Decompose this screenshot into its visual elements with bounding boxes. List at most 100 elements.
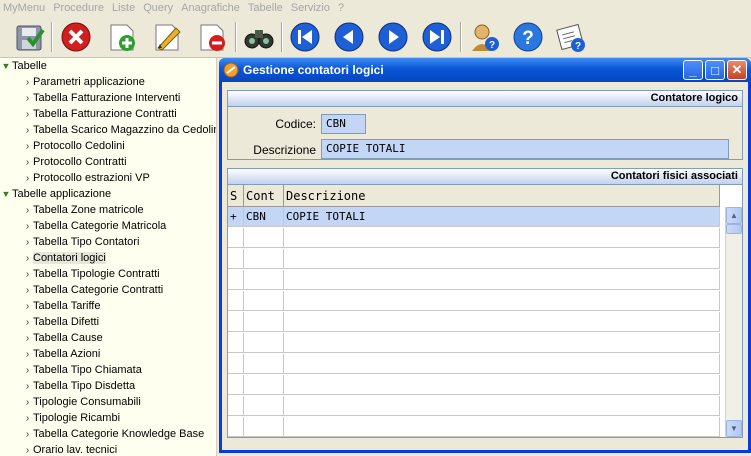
table-row[interactable] [228,375,720,395]
menu-[interactable]: ? [335,0,349,16]
table-row[interactable] [228,396,720,416]
table-row[interactable] [228,249,720,269]
tree-item[interactable]: › Tabella Fatturazione Contratti [22,106,177,122]
table-row[interactable] [228,228,720,248]
table-cell[interactable] [244,312,284,332]
table-cell[interactable] [284,333,720,353]
descrizione-field[interactable]: COPIE TOTALI [321,139,729,159]
table-cell[interactable] [284,354,720,374]
scroll-thumb[interactable] [726,224,742,234]
table-cell[interactable] [284,312,720,332]
table-cell[interactable] [228,270,244,290]
delete-icon[interactable] [58,19,94,55]
table-row[interactable] [228,291,720,311]
menu-procedure[interactable]: Procedure [50,0,109,16]
table-cell[interactable]: + [228,207,244,227]
tree-item[interactable]: › Tabella Categorie Knowledge Base [22,426,204,442]
expanded-arrow-icon[interactable]: ▼ [0,58,12,74]
expanded-arrow-icon[interactable]: ▼ [0,186,12,202]
table-cell[interactable] [284,396,720,416]
tree-item[interactable]: › Tipologie Ricambi [22,410,120,426]
table-cell[interactable] [244,333,284,353]
tree-item[interactable]: › Tabella Categorie Contratti [22,282,163,298]
help-icon[interactable]: ? [510,19,546,55]
tree-item[interactable]: › Tabella Azioni [22,346,100,362]
user-help-icon[interactable]: ? [467,19,503,55]
menu-tabelle[interactable]: Tabelle [245,0,288,16]
tree-item[interactable]: › Protocollo Cedolini [22,138,125,154]
menu-servizio[interactable]: Servizio [288,0,335,16]
menu-liste[interactable]: Liste [109,0,140,16]
prev-icon[interactable] [331,19,367,55]
table-cell[interactable] [284,228,720,248]
save-icon[interactable] [12,19,48,55]
table-cell[interactable] [244,375,284,395]
table-cell[interactable] [228,291,244,311]
table-cell[interactable] [244,396,284,416]
table-row[interactable] [228,270,720,290]
table-cell[interactable] [228,375,244,395]
table-cell[interactable] [284,417,720,437]
table-row[interactable] [228,333,720,353]
table-row[interactable]: + CBN COPIE TOTALI [228,207,720,227]
scroll-up-button[interactable]: ▲ [726,207,742,224]
tree-item[interactable]: › Tabella Tipo Chiamata [22,362,142,378]
table-cell[interactable] [228,249,244,269]
add-icon[interactable] [104,19,140,55]
tree-item[interactable]: › Tabella Tipo Contatori [22,234,140,250]
menu-mymenu[interactable]: MyMenu [0,0,50,16]
about-icon[interactable]: ? [553,19,589,55]
menu-anagrafiche[interactable]: Anagrafiche [178,0,245,16]
table-cell[interactable] [284,270,720,290]
binoculars-icon[interactable] [241,19,277,55]
table-cell[interactable]: COPIE TOTALI [284,207,720,227]
table-cell[interactable] [228,417,244,437]
tree-group[interactable]: ▼ Tabelle [0,58,47,74]
tree-group[interactable]: ▼ Tabelle applicazione [0,186,112,202]
column-header[interactable]: S [228,185,244,207]
table-cell[interactable] [228,312,244,332]
tree-item[interactable]: › Tipologie Consumabili [22,394,141,410]
table-cell[interactable] [244,291,284,311]
window-titlebar[interactable]: Gestione contatori logici _ □ ✕ [219,58,751,82]
table-cell[interactable] [284,291,720,311]
table-row[interactable] [228,417,720,437]
column-header[interactable]: Descrizione [284,185,720,207]
tree-item[interactable]: › Tabella Tariffe [22,298,101,314]
tree-item[interactable]: › Orario lav. tecnici [22,442,117,456]
table-cell[interactable] [244,417,284,437]
table-cell[interactable] [228,228,244,248]
table-cell[interactable] [228,396,244,416]
tree-item[interactable]: › Protocollo Contratti [22,154,127,170]
table-cell[interactable] [284,249,720,269]
table-row[interactable] [228,354,720,374]
table-cell[interactable] [228,333,244,353]
tree-item[interactable]: › Parametri applicazione [22,74,145,90]
remove-icon[interactable] [194,19,230,55]
tree-item[interactable]: › Contatori logici [22,250,106,266]
close-button[interactable]: ✕ [727,60,747,80]
table-cell[interactable] [244,354,284,374]
table-cell[interactable] [244,228,284,248]
edit-icon[interactable] [149,19,185,55]
table-cell[interactable] [244,270,284,290]
column-header[interactable]: Cont [244,185,284,207]
vertical-scrollbar[interactable]: ▲ ▼ [725,207,742,437]
tree-item[interactable]: › Tabella Cause [22,330,103,346]
table-cell[interactable] [228,354,244,374]
scroll-down-button[interactable]: ▼ [726,420,742,437]
tree-item[interactable]: › Tabella Tipologie Contratti [22,266,160,282]
table-cell[interactable] [244,249,284,269]
table-row[interactable] [228,312,720,332]
menu-query[interactable]: Query [140,0,178,16]
tree-item[interactable]: › Tabella Scarico Magazzino da Cedolini [22,122,216,138]
tree-item[interactable]: › Tabella Zone matricole [22,202,144,218]
tree-item[interactable]: › Tabella Fatturazione Interventi [22,90,181,106]
tree-item[interactable]: › Protocollo estrazioni VP [22,170,150,186]
tree-item[interactable]: › Tabella Tipo Disdetta [22,378,135,394]
next-icon[interactable] [375,19,411,55]
tree-item[interactable]: › Tabella Difetti [22,314,99,330]
tree-item[interactable]: › Tabella Categorie Matricola [22,218,166,234]
minimize-button[interactable]: _ [683,60,703,80]
table-cell[interactable]: CBN [244,207,284,227]
